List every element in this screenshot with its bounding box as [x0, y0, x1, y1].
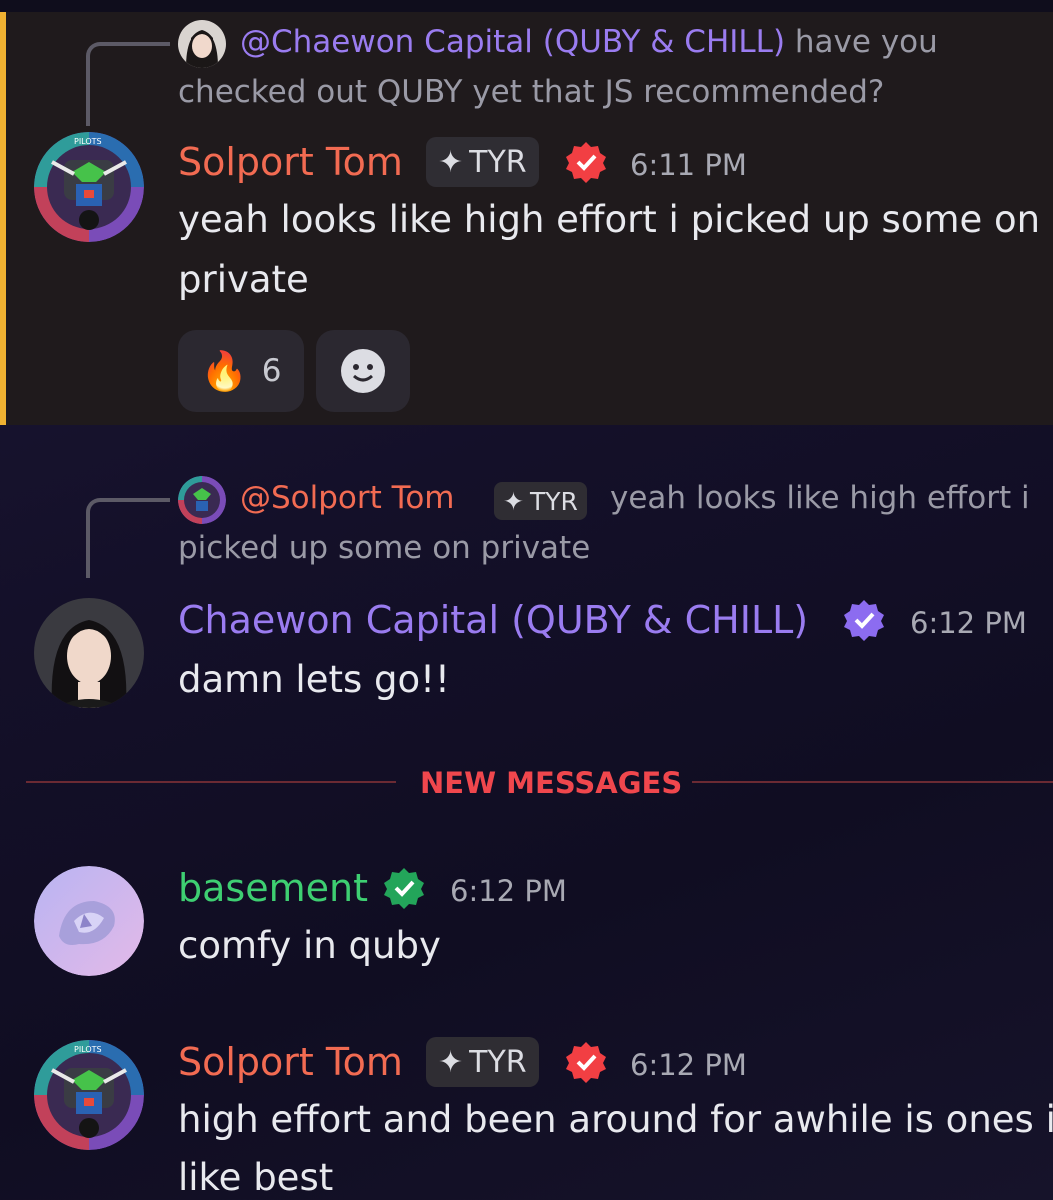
verified-badge-icon: [564, 1040, 608, 1084]
smiley-icon: [341, 349, 385, 393]
avatar-solport-tom[interactable]: PILOTS: [34, 132, 144, 242]
reply-text-line2: picked up some on private: [178, 530, 591, 566]
sparkle-icon: ✦: [438, 1044, 464, 1080]
timestamp: 6:12 PM: [450, 874, 567, 908]
reply-connector: [86, 42, 170, 126]
reply-mention[interactable]: @Chaewon Capital (QUBY & CHILL): [240, 24, 785, 60]
author-name[interactable]: Solport Tom: [178, 1040, 403, 1084]
server-tag-label: TYR: [469, 1044, 527, 1080]
server-tag[interactable]: ✦ TYR: [426, 137, 539, 187]
timestamp: 6:12 PM: [910, 606, 1027, 640]
reply-text-line1: yeah looks like high effort i: [610, 480, 1030, 516]
avatar-solport-tom[interactable]: PILOTS: [34, 1040, 144, 1150]
new-messages-divider-left: [26, 781, 396, 783]
message-text: damn lets go!!: [178, 658, 450, 701]
verified-badge-icon: [564, 140, 608, 184]
reply-mention-text[interactable]: @Solport Tom: [240, 480, 455, 516]
reaction-fire[interactable]: 🔥 6: [178, 330, 304, 412]
avatar-basement[interactable]: [34, 866, 144, 976]
server-tag-label: TYR: [469, 144, 527, 180]
reply-text-line1: have you: [794, 24, 938, 60]
reply-server-tag[interactable]: ✦ TYR: [494, 482, 587, 520]
server-tag[interactable]: ✦ TYR: [426, 1037, 539, 1087]
timestamp: 6:12 PM: [630, 1048, 747, 1082]
sparkle-icon: ✦: [438, 144, 464, 180]
verified-badge-icon: [382, 866, 426, 910]
author-name[interactable]: basement: [178, 866, 368, 910]
author-name[interactable]: Chaewon Capital (QUBY & CHILL): [178, 598, 808, 642]
message-text-line2: private: [178, 258, 309, 301]
verified-badge-icon: [842, 598, 886, 642]
new-messages-divider-right: [692, 781, 1053, 783]
fire-icon: 🔥: [200, 348, 248, 393]
reply-avatar-chaewon[interactable]: [178, 20, 226, 68]
message-text-line1: high effort and been around for awhile i…: [178, 1098, 1053, 1141]
sparkle-icon: ✦: [503, 486, 524, 516]
top-strip: [0, 0, 1053, 12]
add-reaction-button[interactable]: [316, 330, 410, 412]
reply-preview[interactable]: @Chaewon Capital (QUBY & CHILL) have you: [240, 24, 938, 60]
avatar-chaewon[interactable]: [34, 598, 144, 708]
reply-text-line2: checked out QUBY yet that JS recommended…: [178, 74, 885, 110]
message-text-line1: yeah looks like high effort i picked up …: [178, 198, 1041, 241]
svg-text:PILOTS: PILOTS: [74, 1045, 102, 1054]
timestamp: 6:11 PM: [630, 148, 747, 182]
message-text-line2: like best: [178, 1156, 334, 1199]
author-name[interactable]: Solport Tom: [178, 140, 403, 184]
svg-text:PILOTS: PILOTS: [74, 137, 102, 146]
reaction-count: 6: [261, 353, 282, 389]
reply-server-tag-label: TYR: [529, 486, 578, 516]
new-messages-label: NEW MESSAGES: [420, 766, 683, 800]
reply-avatar-solport-tom[interactable]: [178, 476, 226, 524]
message-text: comfy in quby: [178, 924, 441, 967]
reply-mention[interactable]: @Solport Tom: [240, 480, 455, 516]
reply-connector: [86, 498, 170, 578]
